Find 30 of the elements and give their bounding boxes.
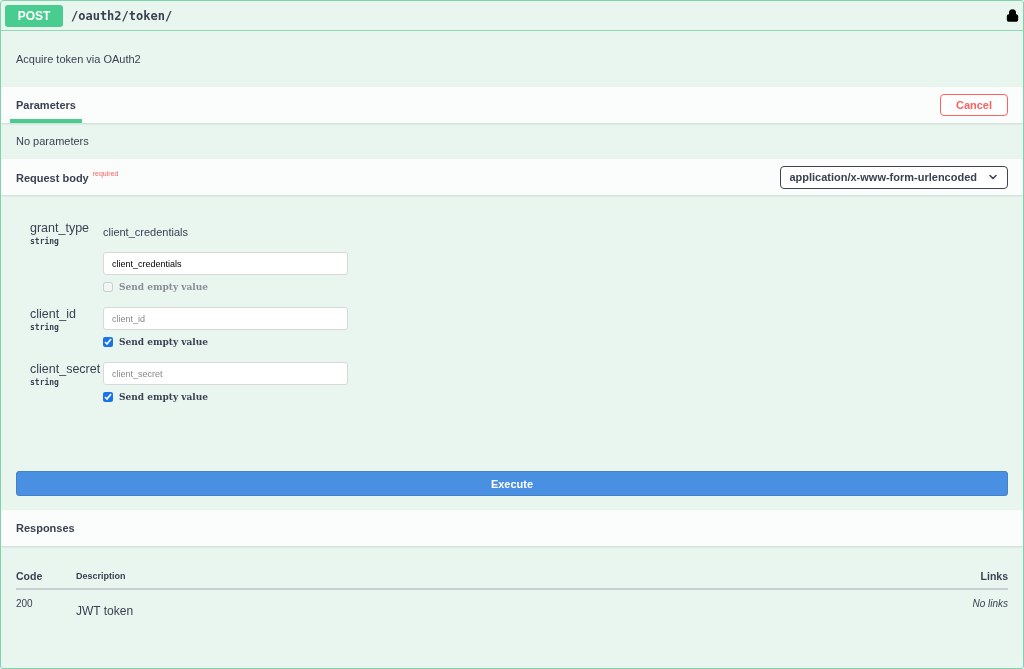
response-code: 200 xyxy=(16,598,34,611)
send-empty-checkbox[interactable] xyxy=(103,337,113,347)
column-header: Description xyxy=(76,571,127,581)
field-name: grant_type xyxy=(30,221,91,235)
field-type: string xyxy=(30,237,60,246)
checkbox-label: Send empty value xyxy=(119,337,208,347)
allowed-value: client_credentials xyxy=(103,226,189,238)
parameters-note: No parameters xyxy=(16,135,89,147)
method-badge: POST xyxy=(5,4,63,27)
checkbox-label: Send empty value xyxy=(119,392,208,402)
operation-description: Acquire token via OAuth2 xyxy=(16,53,141,65)
field-type: string xyxy=(30,323,60,332)
checkbox-label: Send empty value xyxy=(119,282,208,292)
input-field[interactable]: client_id xyxy=(103,307,348,330)
response-description: JWT token xyxy=(76,604,135,618)
column-header: Links xyxy=(979,570,1008,582)
send-empty-checkbox[interactable] xyxy=(103,392,113,402)
input-field[interactable]: client_secret xyxy=(103,362,348,385)
endpoint-path: /oauth2/token/ xyxy=(71,8,174,23)
content-type-select[interactable]: application/x-www-form-urlencoded xyxy=(780,165,1008,189)
input-field[interactable]: client_credentials xyxy=(103,252,348,275)
field-name: client_secret xyxy=(30,362,102,376)
lock-icon[interactable] xyxy=(1006,9,1019,22)
responses-title: Responses xyxy=(16,522,75,534)
field-name: client_id xyxy=(30,307,77,321)
column-header: Code xyxy=(16,570,44,582)
parameters-tab[interactable]: Parameters xyxy=(10,87,82,123)
request-body-title: Request body xyxy=(16,172,89,184)
field-type: string xyxy=(30,378,60,387)
response-links: No links xyxy=(971,598,1008,611)
